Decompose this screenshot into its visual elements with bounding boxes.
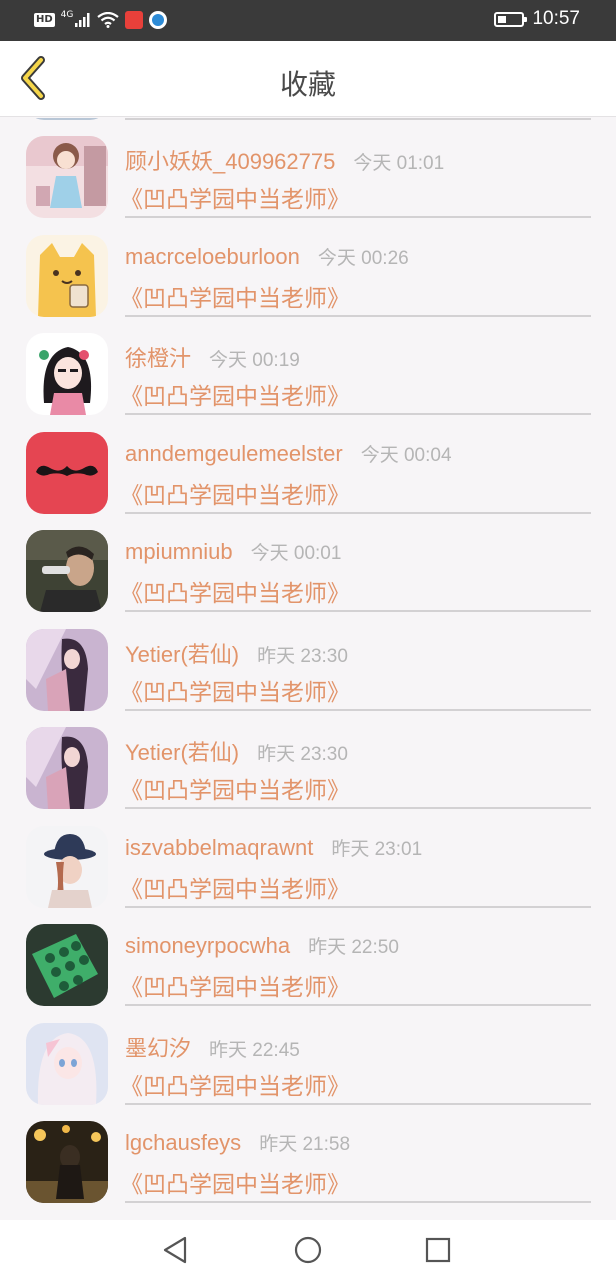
avatar[interactable]	[26, 235, 108, 317]
time-stamp: 今天 01:01	[353, 153, 445, 174]
status-time: 10:57	[532, 8, 580, 29]
time-stamp: 今天 00:04	[360, 445, 452, 466]
avatar[interactable]	[26, 1121, 108, 1203]
name-line: anndemgeulemeelster 今天 00:04	[125, 440, 452, 467]
book-title[interactable]: 《凹凸学园中当老师》	[120, 870, 350, 904]
user-name[interactable]: Yetier(若仙)	[125, 642, 239, 667]
triangle-back-icon	[163, 1236, 187, 1264]
time-stamp: 昨天 22:45	[209, 1040, 300, 1061]
square-recents-icon	[425, 1237, 451, 1263]
user-name[interactable]: anndemgeulemeelster	[125, 441, 343, 466]
list-item[interactable]: 墨幻汐 昨天 22:45 《凹凸学园中当老师》	[0, 1005, 616, 1105]
page-title: 收藏	[279, 68, 336, 101]
favorites-list[interactable]: 顾小妖妖_409962775 今天 01:01 《凹凸学园中当老师》 macrce…	[0, 118, 616, 1220]
user-name[interactable]: lgchausfeys	[125, 1130, 241, 1155]
book-title[interactable]: 《凹凸学园中当老师》	[120, 279, 350, 313]
book-app-icon	[125, 11, 144, 29]
time-stamp: 今天 00:01	[250, 543, 342, 564]
list-item[interactable]: Yetier(若仙) 昨天 23:30 《凹凸学园中当老师》	[0, 709, 616, 809]
name-line: Yetier(若仙) 昨天 23:30	[125, 637, 348, 669]
list-item[interactable]: 徐橙汁 今天 00:19 《凹凸学园中当老师》	[0, 315, 616, 415]
status-left: HD 4G	[34, 10, 168, 30]
avatar[interactable]	[26, 432, 108, 514]
user-name[interactable]: simoneyrpocwha	[125, 933, 290, 958]
name-line: lgchausfeys 昨天 21:58	[125, 1129, 350, 1156]
list-item[interactable]: 顾小妖妖_409962775 今天 01:01 《凹凸学园中当老师》	[0, 118, 616, 218]
signal-icon	[75, 13, 90, 27]
name-line: simoneyrpocwha 昨天 22:50	[125, 932, 399, 959]
avatar[interactable]	[26, 629, 108, 711]
system-nav-bar	[0, 1220, 616, 1280]
nav-recents-button[interactable]	[408, 1230, 468, 1270]
user-name[interactable]: iszvabbelmaqrawnt	[125, 835, 313, 860]
avatar[interactable]	[26, 826, 108, 908]
app-header: 收藏	[0, 41, 616, 117]
avatar[interactable]	[26, 333, 108, 415]
avatar[interactable]	[26, 727, 108, 809]
circle-home-icon	[294, 1236, 322, 1264]
user-name[interactable]: mpiumniub	[125, 539, 233, 564]
list-item[interactable]: iszvabbelmaqrawnt 昨天 23:01 《凹凸学园中当老师》	[0, 808, 616, 908]
name-line: 徐橙汁 今天 00:19	[125, 341, 300, 373]
book-title[interactable]: 《凹凸学园中当老师》	[120, 1067, 350, 1101]
book-title[interactable]: 《凹凸学园中当老师》	[120, 673, 350, 707]
name-line: 顾小妖妖_409962775 今天 01:01	[125, 144, 444, 176]
list-item[interactable]: mpiumniub 今天 00:01 《凹凸学园中当老师》	[0, 512, 616, 612]
time-stamp: 昨天 23:30	[257, 744, 348, 765]
status-bar: HD 4G 10:57	[0, 0, 616, 41]
time-stamp: 昨天 22:50	[308, 937, 399, 958]
time-stamp: 昨天 23:01	[331, 839, 423, 860]
time-stamp: 昨天 21:58	[259, 1134, 351, 1155]
user-name[interactable]: 徐橙汁	[125, 346, 191, 371]
nav-back-button[interactable]	[146, 1230, 206, 1270]
name-line: 墨幻汐 昨天 22:45	[125, 1031, 300, 1063]
name-line: mpiumniub 今天 00:01	[125, 538, 341, 565]
list-item[interactable]: macrceloeburloon 今天 00:26 《凹凸学园中当老师》	[0, 217, 616, 317]
time-stamp: 今天 00:19	[209, 350, 300, 371]
list-item[interactable]: lgchausfeys 昨天 21:58 《凹凸学园中当老师》	[0, 1103, 616, 1203]
avatar[interactable]	[26, 924, 108, 1006]
book-title[interactable]: 《凹凸学园中当老师》	[120, 1165, 350, 1199]
list-item[interactable]: simoneyrpocwha 昨天 22:50 《凹凸学园中当老师》	[0, 906, 616, 1006]
book-title[interactable]: 《凹凸学园中当老师》	[120, 377, 350, 411]
book-title[interactable]: 《凹凸学园中当老师》	[120, 574, 350, 608]
time-stamp: 今天 00:26	[317, 248, 409, 269]
user-name[interactable]: 顾小妖妖_409962775	[125, 149, 335, 174]
status-right: 10:57	[494, 8, 580, 30]
list-item[interactable]: Yetier(若仙) 昨天 23:30 《凹凸学园中当老师》	[0, 611, 616, 711]
name-line: Yetier(若仙) 昨天 23:30	[125, 735, 348, 767]
book-title[interactable]: 《凹凸学园中当老师》	[120, 968, 350, 1002]
hd-badge: HD	[34, 13, 55, 27]
list-item-partial	[0, 1202, 616, 1220]
name-line: macrceloeburloon 今天 00:26	[125, 243, 409, 270]
name-line: iszvabbelmaqrawnt 昨天 23:01	[125, 834, 422, 861]
user-name[interactable]: Yetier(若仙)	[125, 740, 239, 765]
avatar[interactable]	[26, 530, 108, 612]
book-title[interactable]: 《凹凸学园中当老师》	[120, 180, 350, 214]
browser-app-icon	[149, 11, 168, 29]
user-name[interactable]: 墨幻汐	[125, 1036, 191, 1061]
wifi-icon	[97, 12, 120, 28]
user-name[interactable]: macrceloeburloon	[125, 244, 300, 269]
avatar[interactable]	[26, 1023, 108, 1105]
list-item[interactable]: anndemgeulemeelster 今天 00:04 《凹凸学园中当老师》	[0, 414, 616, 514]
book-title[interactable]: 《凹凸学园中当老师》	[120, 771, 350, 805]
book-title[interactable]: 《凹凸学园中当老师》	[120, 476, 350, 510]
network-type: 4G	[60, 10, 74, 20]
nav-home-button[interactable]	[278, 1230, 338, 1270]
time-stamp: 昨天 23:30	[257, 646, 348, 667]
avatar[interactable]	[26, 136, 108, 218]
battery-icon	[494, 11, 528, 27]
